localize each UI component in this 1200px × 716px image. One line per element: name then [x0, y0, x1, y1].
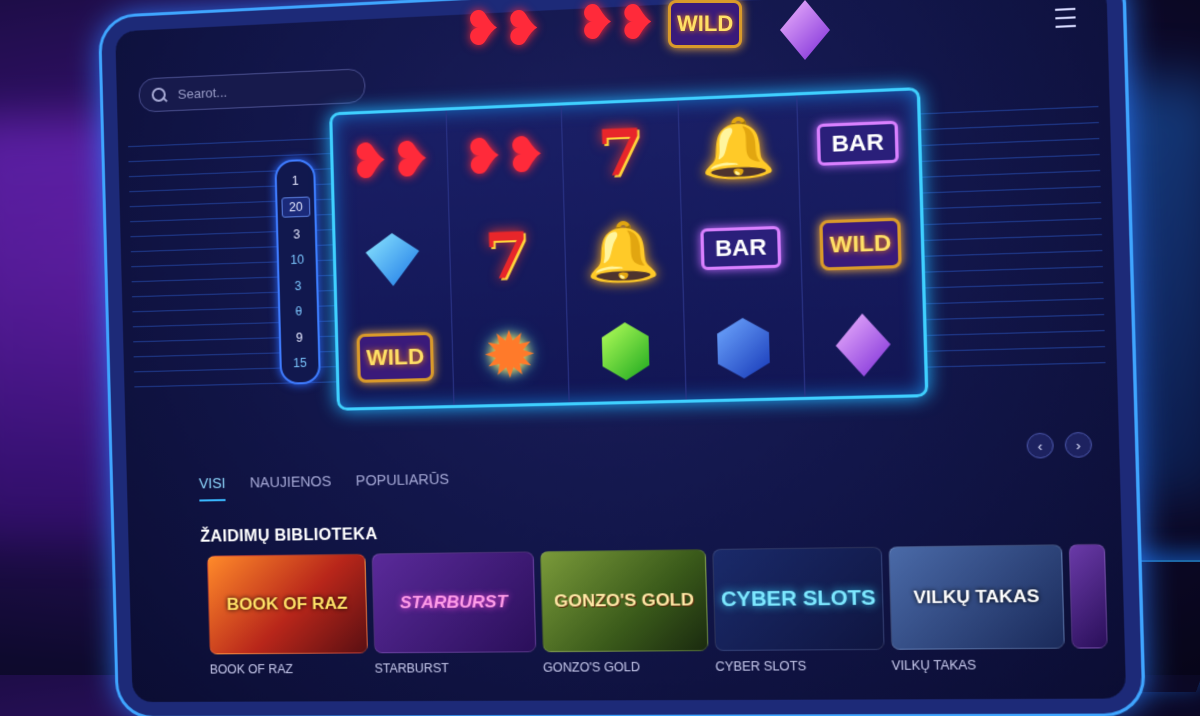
payline-number: θ	[285, 302, 312, 321]
bar-symbol: BAR	[700, 226, 781, 270]
tablet-device: 1203103θ915 ❥❥❥❥7🔔BAR7🔔BARWILDWILD✹ ‹ › …	[101, 0, 1143, 716]
amethyst-icon	[835, 313, 892, 378]
cherry-icon: ❥❥	[348, 136, 432, 188]
game-card[interactable]: VILKŲ TAKAS VILKŲ TAKAS	[888, 544, 1065, 673]
game-thumbnail[interactable]: CYBER SLOTS	[712, 547, 884, 651]
seven-symbol: 7	[483, 218, 530, 294]
reel-grid: ❥❥ ❥❥ 7 🔔 BAR 7 🔔 BAR WILD WILD ✹	[332, 90, 925, 407]
payline-number: 1	[282, 171, 309, 190]
reel-cell: BAR	[796, 90, 919, 196]
bar-symbol: BAR	[817, 121, 899, 166]
payline-number: 3	[284, 276, 311, 295]
search-icon	[152, 87, 166, 102]
category-tabs: VISI NAUJIENOS POPULIARŪS	[199, 471, 450, 502]
game-thumbnail[interactable]: GONZO'S GOLD	[540, 549, 709, 652]
game-title: VILKŲ TAKAS	[891, 657, 1065, 673]
chevron-right-icon[interactable]: ›	[1065, 432, 1093, 458]
payline-number: 15	[287, 354, 314, 373]
payline-indicator: 1 20 3 10 3 θ 9 15	[274, 159, 321, 385]
game-thumbnail[interactable]: BOOK OF RAZ	[207, 554, 368, 655]
reel-cell: 🔔	[563, 200, 683, 303]
wild-symbol: WILD	[819, 218, 902, 271]
game-title: GONZO'S GOLD	[543, 659, 709, 674]
game-title: BOOK OF RAZ	[210, 662, 369, 677]
diamond-icon	[365, 232, 420, 287]
reel-cell: 7	[561, 101, 681, 205]
reel-cell: ✹	[451, 303, 569, 405]
hamburger-menu-icon[interactable]	[1055, 8, 1076, 28]
cherry-icon: ❥❥	[576, 0, 656, 48]
cherry-icon: ❥❥	[462, 6, 542, 54]
reel-cell	[335, 209, 451, 311]
reel-cell	[802, 293, 925, 397]
floating-symbol	[780, 0, 830, 60]
payline-number: 20	[281, 197, 310, 218]
tab-populiars[interactable]: POPULIARŪS	[356, 471, 450, 499]
reel-cell: BAR	[680, 196, 801, 300]
floating-symbol: WILD	[668, 0, 742, 48]
reel-cell: WILD	[337, 307, 453, 408]
tab-naujienos[interactable]: NAUJIENOS	[250, 473, 332, 501]
reel-cell	[683, 296, 804, 399]
bell-icon: 🔔	[585, 222, 661, 282]
payline-number: 3	[283, 225, 310, 244]
chevron-left-icon[interactable]: ‹	[1026, 433, 1054, 459]
cherry-icon: ❥❥	[462, 131, 547, 184]
wild-symbol: WILD	[668, 0, 742, 48]
game-card[interactable]: CYBER SLOTS CYBER SLOTS	[712, 547, 885, 674]
sapphire-icon	[717, 317, 770, 379]
reel-cell: ❥❥	[446, 106, 564, 209]
payline-number: 9	[286, 328, 313, 347]
starburst-icon: ✹	[481, 316, 537, 392]
amethyst-icon	[780, 0, 830, 60]
reel-cell: 🔔	[678, 95, 799, 200]
game-library-carousel: BOOK OF RAZ BOOK OF RAZ STARBURST STARBURST…	[207, 544, 1109, 677]
game-screen: 1203103θ915 ❥❥❥❥7🔔BAR7🔔BARWILDWILD✹ ‹ › …	[115, 0, 1126, 702]
search-input[interactable]	[175, 77, 352, 102]
section-title: ŽAIDIMŲ BIBLIOTEKA	[200, 526, 378, 547]
game-title: STARBURST	[374, 660, 537, 675]
reel-cell	[566, 300, 686, 402]
reel-cell: ❥❥	[332, 111, 448, 213]
wild-symbol: WILD	[356, 332, 434, 383]
floating-symbol: ❥❥	[462, 6, 542, 54]
seven-symbol: 7	[596, 114, 644, 191]
emerald-icon	[601, 322, 649, 381]
search-bar[interactable]	[138, 68, 365, 112]
reel-cell: 7	[448, 204, 566, 306]
tab-visi[interactable]: VISI	[199, 475, 226, 502]
payline-number: 10	[284, 250, 311, 269]
floating-symbol: ❥❥	[576, 0, 656, 48]
game-card[interactable]: GONZO'S GOLD GONZO'S GOLD	[540, 549, 709, 675]
reel-cell: WILD	[799, 192, 922, 297]
bell-icon: 🔔	[700, 117, 777, 178]
game-title: CYBER SLOTS	[715, 658, 885, 674]
game-card[interactable]: STARBURST STARBURST	[372, 551, 537, 675]
carousel-controls: ‹ ›	[1026, 432, 1092, 459]
game-card[interactable]: BOOK OF RAZ BOOK OF RAZ	[207, 554, 369, 677]
slot-reels: ❥❥ ❥❥ 7 🔔 BAR 7 🔔 BAR WILD WILD ✹	[329, 87, 928, 411]
game-thumbnail[interactable]: STARBURST	[372, 551, 537, 653]
game-thumbnail[interactable]: VILKŲ TAKAS	[888, 544, 1064, 650]
next-game-thumbnail-partial[interactable]	[1069, 544, 1108, 649]
